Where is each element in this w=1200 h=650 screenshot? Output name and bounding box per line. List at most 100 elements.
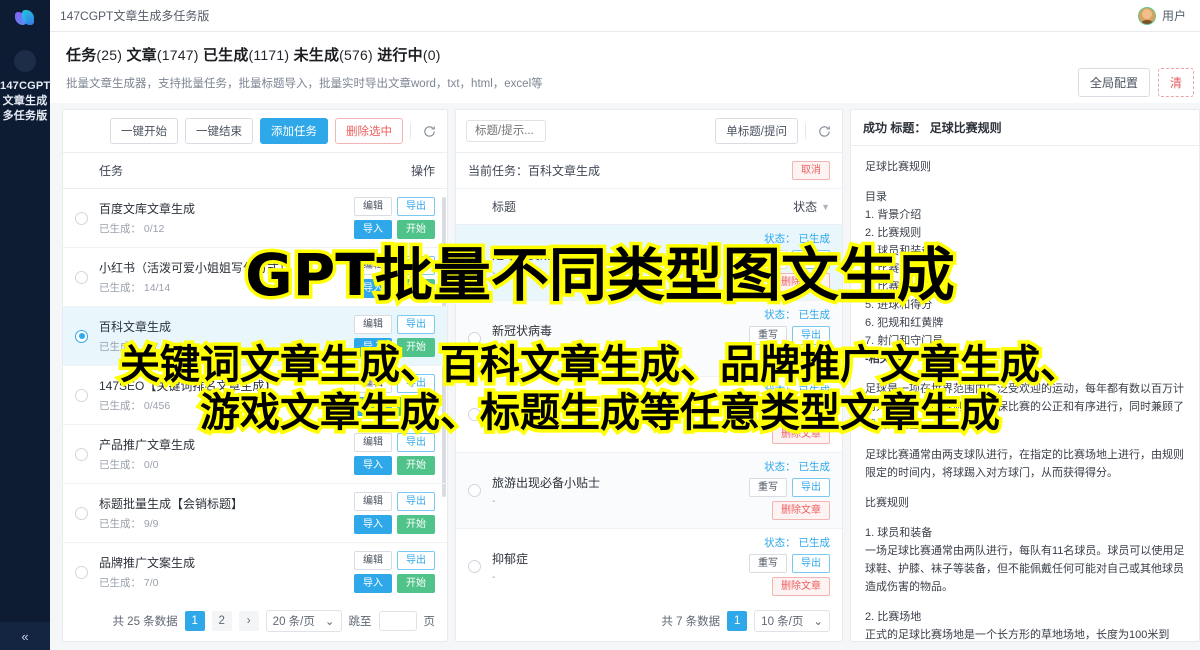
import-button[interactable]: 导入 [354, 397, 392, 416]
edit-button[interactable]: 编辑 [354, 551, 392, 570]
task-row-radio[interactable] [75, 329, 88, 343]
rewrite-button[interactable]: 重写 [749, 554, 787, 573]
rewrite-button[interactable]: 重写 [749, 402, 787, 421]
collapse-sidebar-button[interactable]: « [0, 622, 50, 650]
export-button[interactable]: 导出 [397, 374, 435, 393]
import-button[interactable]: 导入 [354, 515, 392, 534]
task-row-radio[interactable] [75, 270, 88, 284]
column-status: 状态 [793, 200, 818, 214]
task-row[interactable]: 小红书（活泼可爱小姐姐写作方式） 已生成： 14/14 编辑 导出 导入 开始 [63, 248, 447, 307]
delete-article-button[interactable]: 删除文章 [772, 349, 830, 368]
task-row-radio[interactable] [75, 388, 88, 402]
article-row-radio[interactable] [468, 256, 481, 269]
task-row[interactable]: 百度文库文章生成 已生成： 0/12 编辑 导出 导入 开始 [63, 189, 447, 248]
task-row-radio[interactable] [75, 565, 88, 579]
task-page-1[interactable]: 1 [184, 611, 205, 631]
task-row-radio[interactable] [75, 506, 88, 520]
edit-button[interactable]: 编辑 [354, 197, 392, 216]
user-avatar-icon[interactable] [1137, 6, 1156, 25]
article-row[interactable]: 抑郁症 - 状态： 已生成 重写 导出 删除文章 [456, 529, 842, 601]
search-input[interactable] [466, 120, 546, 142]
rewrite-button[interactable]: 重写 [749, 478, 787, 497]
article-row[interactable]: 足球比赛规则 - 状态： 已生成 重写 导出 删除文章 [456, 225, 842, 301]
export-button[interactable]: 导出 [792, 554, 830, 573]
task-jump-input[interactable] [378, 611, 417, 631]
edit-button[interactable]: 编辑 [354, 433, 392, 452]
start-button[interactable]: 开始 [397, 279, 435, 298]
article-row[interactable]: 旅游出现必备小贴士 - 状态： 已生成 重写 导出 删除文章 [456, 453, 842, 529]
task-row[interactable]: 品牌推广文案生成 已生成： 7/0 编辑 导出 导入 开始 [63, 543, 447, 601]
preview-header: 成功 标题： 足球比赛规则 [851, 110, 1199, 146]
article-row-radio[interactable] [468, 560, 481, 573]
start-button[interactable]: 开始 [397, 574, 435, 593]
task-row-radio[interactable] [75, 447, 88, 461]
article-row[interactable]: 刘德华 - 状态： 已生成 重写 导出 删除文章 [456, 377, 842, 453]
import-button[interactable]: 导入 [354, 220, 392, 239]
delete-article-button[interactable]: 删除文章 [772, 425, 830, 444]
article-row-radio[interactable] [468, 408, 481, 421]
stat-value-2: (1171) [248, 47, 290, 63]
export-button[interactable]: 导出 [397, 197, 435, 216]
export-button[interactable]: 导出 [792, 478, 830, 497]
cancel-button[interactable]: 取消 [792, 161, 830, 180]
article-table-body[interactable]: 足球比赛规则 - 状态： 已生成 重写 导出 删除文章 新冠状病毒 - 状态： 已生成 重写 导出删… [456, 225, 842, 601]
delete-article-button[interactable]: 删除文章 [772, 501, 830, 520]
filter-icon[interactable]: ▼ [821, 202, 830, 212]
delete-article-button[interactable]: 删除文章 [772, 577, 830, 596]
add-task-button[interactable]: 添加任务 [260, 118, 328, 144]
import-button[interactable]: 导入 [354, 456, 392, 475]
export-button[interactable]: 导出 [792, 402, 830, 421]
start-button[interactable]: 开始 [397, 456, 435, 475]
edit-button[interactable]: 编辑 [354, 256, 392, 275]
export-button[interactable]: 导出 [397, 433, 435, 452]
rewrite-button[interactable]: 重写 [749, 250, 787, 269]
export-button[interactable]: 导出 [397, 256, 435, 275]
import-button[interactable]: 导入 [354, 338, 392, 357]
task-row[interactable]: 标题批量生成【会销标题】 已生成： 9/9 编辑 导出 导入 开始 [63, 484, 447, 543]
article-page-size-select[interactable]: 10 条/页 ⌄ [754, 610, 830, 632]
export-button[interactable]: 导出 [397, 492, 435, 511]
single-title-button[interactable]: 单标题/提问 [715, 118, 798, 144]
end-all-button[interactable]: 一键结束 [185, 118, 253, 144]
task-page-2[interactable]: 2 [211, 611, 232, 631]
edit-button[interactable]: 编辑 [354, 492, 392, 511]
article-para-1: 足球是一项在世界范围内广泛受欢迎的运动，每年都有数以百万计的人从事。它的规则旨在… [865, 383, 1184, 431]
task-row-radio[interactable] [75, 211, 88, 225]
refresh-icon[interactable] [817, 124, 832, 139]
task-row[interactable]: 147SEO【关键词排名文章生成】 已生成： 0/456 编辑 导出 导入 开始 [63, 366, 447, 425]
delete-article-button[interactable]: 删除文章 [772, 273, 830, 292]
global-config-button[interactable]: 全局配置 [1077, 68, 1150, 97]
article-page-1[interactable]: 1 [727, 611, 748, 631]
article-row-radio[interactable] [468, 332, 481, 345]
article-row[interactable]: 新冠状病毒 - 状态： 已生成 重写 导出 删除文章 [456, 301, 842, 377]
task-table-body[interactable]: 百度文库文章生成 已生成： 0/12 编辑 导出 导入 开始 小红书（活泼可爱小姐姐写作方式… [63, 189, 447, 601]
export-button[interactable]: 导出 [397, 315, 435, 334]
export-button[interactable]: 导出 [792, 326, 830, 345]
panels-container: 一键开始 一键结束 添加任务 删除选中 任务 操作 百度文库文章生成 已生成： … [50, 103, 1200, 650]
start-button[interactable]: 开始 [397, 515, 435, 534]
start-button[interactable]: 开始 [397, 338, 435, 357]
clear-button[interactable]: 清 [1157, 68, 1194, 97]
start-button[interactable]: 开始 [397, 397, 435, 416]
left-rail: 147CGPT文章生成多任务版 « [0, 0, 50, 650]
task-row[interactable]: 百科文章生成 已生成： 7/7 编辑 导出 导入 开始 [63, 307, 447, 366]
start-all-button[interactable]: 一键开始 [110, 118, 178, 144]
refresh-icon[interactable] [422, 124, 437, 139]
topbar-user-label[interactable]: 用户 [1162, 7, 1186, 24]
task-page-size-select[interactable]: 20 条/页 ⌄ [265, 610, 342, 632]
status-badge: 状态： 已生成 [764, 537, 830, 549]
article-row-radio[interactable] [468, 484, 481, 497]
preview-body[interactable]: 足球比赛规则 目录 1. 背景介绍 2. 比赛规则 2. 球员和装备 3. 比赛… [851, 146, 1199, 641]
task-row[interactable]: 产品推广文章生成 已生成： 0/0 编辑 导出 导入 开始 [63, 425, 447, 484]
task-page-next[interactable]: › [238, 611, 259, 631]
edit-button[interactable]: 编辑 [354, 374, 392, 393]
task-name: 品牌推广文案生成 [99, 555, 196, 570]
export-button[interactable]: 导出 [397, 551, 435, 570]
import-button[interactable]: 导入 [354, 279, 392, 298]
export-button[interactable]: 导出 [792, 250, 830, 269]
delete-selected-button[interactable]: 删除选中 [335, 118, 403, 144]
start-button[interactable]: 开始 [397, 220, 435, 239]
import-button[interactable]: 导入 [354, 574, 392, 593]
edit-button[interactable]: 编辑 [354, 315, 392, 334]
rewrite-button[interactable]: 重写 [749, 326, 787, 345]
